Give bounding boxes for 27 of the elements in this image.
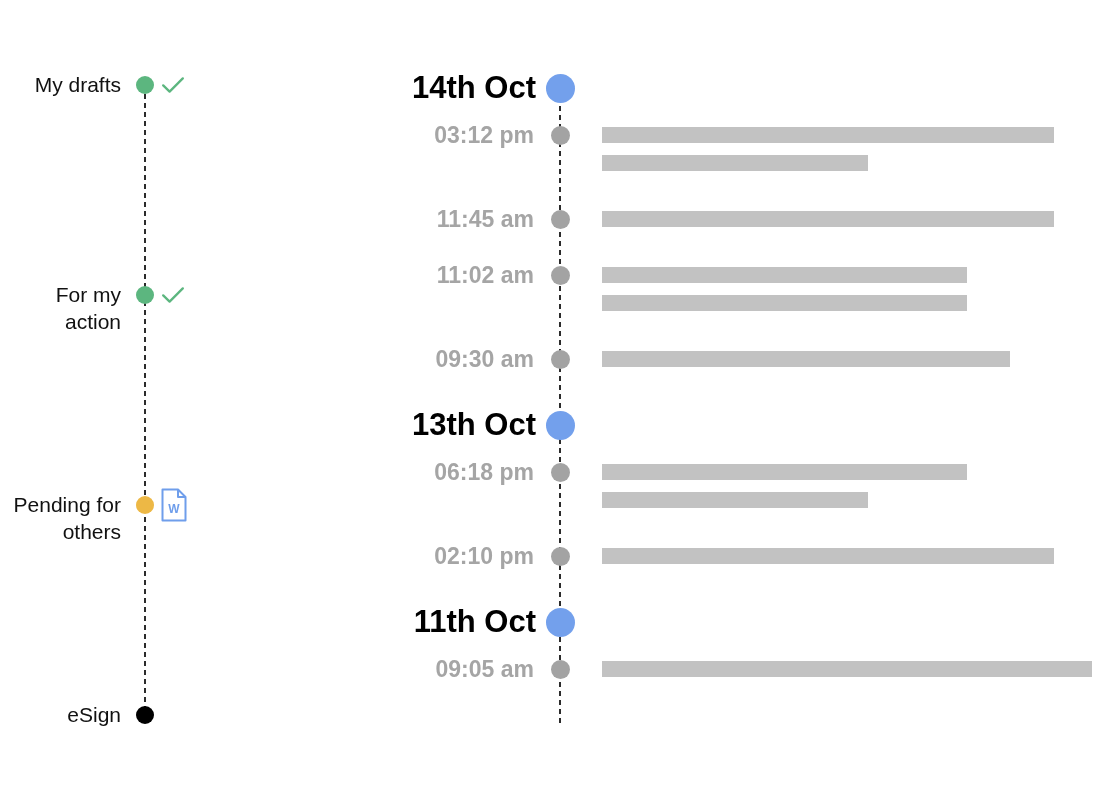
check-icon	[162, 77, 184, 93]
time-label: 03:12 pm	[433, 121, 535, 149]
date-heading: 13th Oct	[410, 407, 536, 443]
time-dot-icon	[550, 659, 570, 679]
step-label: eSign	[66, 702, 122, 728]
time-label: 09:05 am	[434, 655, 535, 683]
time-dot-icon	[550, 125, 570, 145]
time-dot-icon	[550, 462, 570, 482]
time-label: 09:30 am	[434, 345, 535, 373]
time-label: 11:45 am	[435, 205, 535, 233]
step-label: Pending for others	[12, 492, 122, 545]
time-dot-icon	[550, 546, 570, 566]
check-icon	[162, 287, 184, 303]
time-label: 02:10 pm	[433, 542, 535, 570]
step-label: My drafts	[33, 72, 122, 98]
step-label: For my action	[54, 282, 122, 335]
date-heading: 14th Oct	[410, 70, 536, 106]
date-dot-icon	[545, 73, 575, 103]
time-label: 11:02 am	[435, 261, 535, 289]
time-dot-icon	[550, 349, 570, 369]
date-dot-icon	[545, 607, 575, 637]
date-dot-icon	[545, 410, 575, 440]
time-dot-icon	[550, 265, 570, 285]
date-heading: 11th Oct	[412, 604, 536, 640]
document-icon: W	[161, 488, 187, 522]
time-dot-icon	[550, 209, 570, 229]
time-label: 06:18 pm	[433, 458, 535, 486]
